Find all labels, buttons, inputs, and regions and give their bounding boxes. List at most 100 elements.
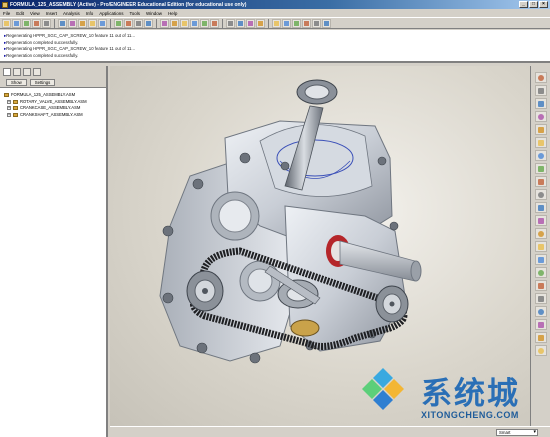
hole-button[interactable] <box>534 215 547 226</box>
rib-button[interactable] <box>534 254 547 265</box>
extrude-icon <box>537 165 544 172</box>
watermark-subtitle: XITONGCHENG.COM <box>421 410 519 420</box>
favorites-tab[interactable] <box>23 68 31 76</box>
plane-button[interactable] <box>534 85 547 96</box>
axis-button[interactable] <box>534 98 547 109</box>
round-button[interactable] <box>534 228 547 239</box>
curve-button[interactable] <box>534 111 547 122</box>
hidden-line-button[interactable] <box>236 18 245 28</box>
model-tree-tab[interactable] <box>3 68 11 76</box>
menu-analysis[interactable]: Analysis <box>63 11 80 16</box>
title-bar: FORMULA_125_ASSEMBLY (Active) - Pro/ENGI… <box>0 0 550 9</box>
regenerate-icon <box>116 20 121 26</box>
no-hidden-button[interactable] <box>246 18 255 28</box>
print-button[interactable] <box>32 18 41 28</box>
menu-help[interactable]: Help <box>168 11 177 16</box>
zoom-in-button[interactable] <box>160 18 169 28</box>
datum-axes-button[interactable] <box>282 18 291 28</box>
point-icon <box>537 126 544 133</box>
menu-window[interactable]: Window <box>146 11 162 16</box>
undo-button[interactable] <box>58 18 67 28</box>
find-button[interactable] <box>124 18 133 28</box>
trim-button[interactable] <box>534 319 547 330</box>
redo-button[interactable] <box>68 18 77 28</box>
revolve-button[interactable] <box>534 176 547 187</box>
cut-button[interactable] <box>78 18 87 28</box>
variable-sweep-button[interactable] <box>534 189 547 200</box>
toolbar-separator <box>110 18 111 28</box>
merge-button[interactable] <box>534 306 547 317</box>
minimize-button[interactable]: _ <box>519 1 528 8</box>
menu-file[interactable]: File <box>3 11 10 16</box>
spin-center-button[interactable] <box>312 18 321 28</box>
select-icon <box>136 20 141 26</box>
assemble-button[interactable] <box>534 345 547 356</box>
expand-icon[interactable]: + <box>7 99 11 104</box>
repaint-button[interactable] <box>144 18 153 28</box>
tree-item-crankshaft[interactable]: + CRANKSHAFT_ASSEMBLY.ASM <box>4 112 106 119</box>
help-button[interactable] <box>322 18 331 28</box>
layers-button[interactable] <box>210 18 219 28</box>
shell-button[interactable] <box>534 280 547 291</box>
app-icon <box>2 1 8 8</box>
expand-icon[interactable]: + <box>7 106 11 111</box>
menu-insert[interactable]: Insert <box>46 11 57 16</box>
folder-browser-tab[interactable] <box>13 68 21 76</box>
close-button[interactable]: × <box>539 1 548 8</box>
csys-button[interactable] <box>302 18 311 28</box>
sketch-button[interactable] <box>534 72 547 83</box>
copy-button[interactable] <box>88 18 97 28</box>
datum-points-icon <box>294 20 299 26</box>
datum-points-button[interactable] <box>292 18 301 28</box>
menu-tools[interactable]: Tools <box>130 11 141 16</box>
mirror-button[interactable] <box>534 293 547 304</box>
shell-icon <box>537 282 544 289</box>
pattern-button[interactable] <box>534 332 547 343</box>
email-button[interactable] <box>42 18 51 28</box>
copy-icon <box>90 20 95 26</box>
merge-icon <box>537 308 544 315</box>
paste-button[interactable] <box>98 18 107 28</box>
help-icon <box>324 20 329 26</box>
watermark-title: 系统城 <box>421 376 520 412</box>
settings-button[interactable]: Settings <box>29 79 56 86</box>
connections-tab[interactable] <box>33 68 41 76</box>
expand-icon[interactable]: + <box>7 112 11 117</box>
undo-icon <box>60 20 65 26</box>
extrude-button[interactable] <box>534 163 547 174</box>
saved-views-button[interactable] <box>200 18 209 28</box>
maximize-button[interactable]: □ <box>529 1 538 8</box>
save-button[interactable] <box>22 18 31 28</box>
mirror-icon <box>537 295 544 302</box>
zoom-out-button[interactable] <box>170 18 179 28</box>
blend-button[interactable] <box>534 202 547 213</box>
menu-info[interactable]: Info <box>86 11 94 16</box>
watermark: 系统城 XITONGCHENG.COM <box>355 362 545 434</box>
new-button[interactable] <box>2 18 11 28</box>
menu-bar: File Edit View Insert Analysis Info Appl… <box>0 9 550 17</box>
email-icon <box>44 20 49 26</box>
point-button[interactable] <box>534 124 547 135</box>
menu-edit[interactable]: Edit <box>16 11 24 16</box>
csys-icon <box>304 20 309 26</box>
saved-views-icon <box>202 20 207 26</box>
open-button[interactable] <box>12 18 21 28</box>
assembly-icon <box>13 106 18 111</box>
orient-button[interactable] <box>190 18 199 28</box>
menu-applications[interactable]: Applications <box>99 11 123 16</box>
paste-icon <box>100 20 105 26</box>
regenerate-button[interactable] <box>114 18 123 28</box>
show-button[interactable]: Show <box>6 79 27 86</box>
csys-button[interactable] <box>534 137 547 148</box>
datum-planes-button[interactable] <box>272 18 281 28</box>
xitongcheng-logo-icon <box>362 368 404 410</box>
draft-button[interactable] <box>534 267 547 278</box>
chamfer-button[interactable] <box>534 241 547 252</box>
wireframe-button[interactable] <box>226 18 235 28</box>
window-controls: _ □ × <box>519 1 548 8</box>
shading-button[interactable] <box>256 18 265 28</box>
select-button[interactable] <box>134 18 143 28</box>
menu-view[interactable]: View <box>30 11 40 16</box>
refit-button[interactable] <box>180 18 189 28</box>
analysis-button[interactable] <box>534 150 547 161</box>
